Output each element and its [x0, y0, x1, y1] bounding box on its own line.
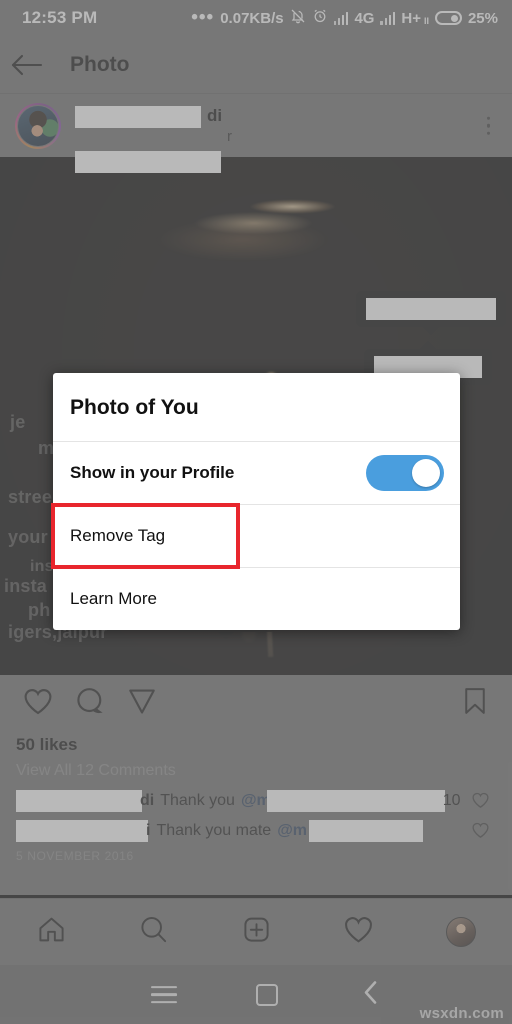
photo-caption-word: ph [28, 600, 51, 620]
battery-percent-label: 25% [467, 9, 498, 27]
heart-icon[interactable] [471, 821, 490, 844]
nav-search[interactable] [102, 914, 204, 950]
photo-caption-word: stree [8, 487, 53, 507]
remove-tag-label: Remove Tag [70, 526, 166, 545]
battery-icon [434, 11, 462, 25]
instagram-photo-screen: je m stree your ins insta ph igers,jaipu… [0, 0, 512, 1024]
heart-icon[interactable] [22, 686, 54, 721]
redacted-mention [266, 790, 445, 812]
photo-of-you-dialog: Photo of You Show in your Profile Remove… [51, 373, 460, 630]
photo-caption-word: je [10, 412, 26, 432]
redacted-location [75, 150, 221, 173]
status-time: 12:53 PM [22, 8, 98, 27]
post-action-bar [0, 675, 512, 731]
home-square-icon[interactable] [256, 983, 278, 1006]
show-in-profile-row[interactable]: Show in your Profile [53, 442, 460, 504]
post-header: di r [0, 94, 512, 173]
comment-row[interactable]: i Thank you mate @m [16, 819, 424, 843]
nav-profile[interactable] [410, 917, 512, 947]
add-post-icon [240, 914, 273, 950]
show-in-profile-label: Show in your Profile [70, 463, 235, 482]
network-type-2-label: H+ [401, 9, 421, 27]
menu-icon[interactable] [151, 985, 177, 1004]
send-paper-plane-icon[interactable] [126, 686, 158, 721]
post-username: di [75, 105, 223, 128]
view-all-comments-link[interactable]: View All 12 Comments [16, 762, 176, 780]
redacted-mention [309, 820, 424, 842]
photo-tag-bubble-1[interactable] [356, 291, 506, 335]
post-username-suffix: di [207, 105, 223, 125]
back-arrow-icon[interactable] [0, 52, 54, 78]
avatar-image [17, 104, 59, 147]
home-icon [35, 914, 68, 950]
post-location: r [75, 127, 232, 173]
network-type-label: 4G [354, 9, 375, 27]
heart-icon[interactable] [471, 791, 490, 814]
redacted-username [366, 298, 496, 320]
learn-more-button[interactable]: Learn More [53, 568, 460, 630]
nav-activity[interactable] [307, 914, 409, 950]
overflow-dots-icon: ••• [191, 7, 215, 28]
photo-caption-word: your [8, 527, 48, 547]
bell-muted-icon [290, 8, 306, 29]
show-in-profile-toggle[interactable] [366, 455, 444, 491]
redacted-username [75, 105, 201, 128]
alarm-clock-icon [312, 8, 328, 29]
site-watermark: wsxdn.com [419, 1005, 504, 1022]
dialog-title: Photo of You [70, 396, 199, 419]
likes-count[interactable]: 50 likes [16, 735, 77, 755]
android-status-bar: 12:53 PM ••• 0.07KB/s 4G H+ II 25% [0, 0, 512, 36]
post-date: 5 NOVEMBER 2016 [16, 849, 134, 863]
toggle-knob [412, 459, 440, 487]
post-meta: 50 likes View All 12 Comments di Thank y… [0, 731, 512, 895]
heart-icon [342, 914, 375, 950]
profile-avatar-icon [445, 917, 476, 947]
back-chevron-icon[interactable] [362, 978, 380, 1011]
redacted-commenter [16, 820, 148, 842]
comment-username-suffix: i [146, 822, 151, 839]
learn-more-label: Learn More [70, 589, 157, 608]
remove-tag-button[interactable]: Remove Tag [51, 503, 240, 569]
nav-add-post[interactable] [205, 914, 307, 950]
network-type-2-sub: II [423, 16, 429, 26]
comment-username-suffix: di [140, 792, 155, 809]
page-title: Photo [70, 53, 130, 76]
post-author-block[interactable]: di r [75, 102, 375, 173]
redacted-commenter [16, 790, 142, 812]
comment-mention-prefix[interactable]: @m [277, 822, 307, 840]
photo-caption-word: m [38, 438, 55, 458]
photo-caption-word: ins [30, 558, 54, 575]
comment-row[interactable]: di Thank you @m 10 [16, 789, 461, 813]
nav-home[interactable] [0, 914, 102, 950]
kebab-menu-icon[interactable] [486, 116, 490, 135]
comment-text: Thank you [160, 792, 235, 809]
comment-bubble-icon[interactable] [74, 686, 106, 721]
photo-caption-word: insta [4, 576, 48, 596]
network-speed-label: 0.07KB/s [220, 9, 284, 27]
signal-bars-icon [333, 11, 349, 25]
signal-bars-icon [380, 11, 396, 25]
comment-text-after: 10 [442, 792, 461, 809]
bookmark-icon[interactable] [462, 686, 488, 721]
bottom-navigation-bar [0, 898, 512, 965]
comment-text: Thank you mate [156, 822, 272, 839]
search-icon [137, 914, 170, 950]
avatar[interactable] [15, 102, 61, 149]
post-location-suffix: r [227, 127, 232, 145]
app-top-bar: Photo [0, 36, 512, 94]
